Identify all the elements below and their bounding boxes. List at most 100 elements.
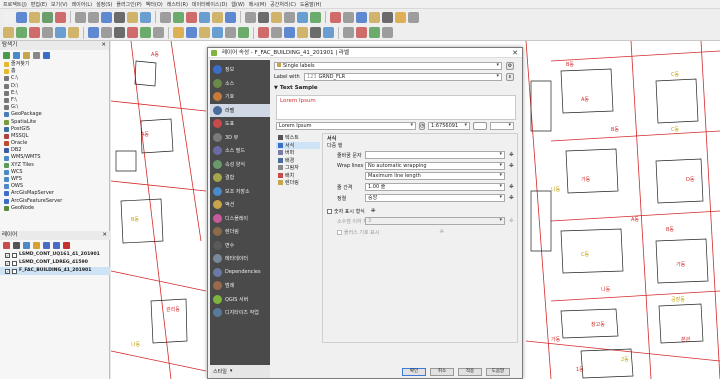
format-subtab[interactable]: 버퍼 [276,149,320,157]
label-mode-select[interactable]: Single labels [274,62,502,70]
sidebar-item[interactable]: 정보 [210,63,270,77]
filter-icon[interactable] [23,242,30,249]
sidebar-item[interactable]: QGIS 서버 [210,293,270,307]
filter-icon[interactable] [13,52,20,59]
toolbar-tool-icon[interactable] [173,11,184,23]
toolbar-tool-icon[interactable] [88,11,99,23]
toolbar-tool-icon[interactable] [68,27,79,38]
line-height-spinbox[interactable]: 1.00 줄 [365,183,505,191]
layer-visibility-checkbox[interactable]: ✓ [5,268,10,274]
refresh-icon[interactable] [3,52,10,59]
sidebar-item[interactable]: 변수 [210,239,270,253]
toolbar-tool-icon[interactable] [369,11,380,23]
collapse-arrow-icon[interactable]: ▼ [274,85,278,91]
expression-icon[interactable] [33,242,40,249]
layer-row[interactable]: ✓ LSMD_CONT_LDREG_41590 [0,259,110,267]
browser-item[interactable]: WCS [0,169,109,176]
toolbar-tool-icon[interactable] [212,11,223,23]
sidebar-item[interactable]: 3D 뷰 [210,131,270,145]
data-defined-override-icon[interactable]: ⎈ [509,183,514,191]
menu-item[interactable]: 공간처리(C) [270,1,296,8]
toolbar-tool-icon[interactable] [42,27,53,38]
sidebar-item[interactable]: 보조 저장소 [210,185,270,199]
toolbar-tool-icon[interactable] [186,27,197,38]
toolbar-tool-icon[interactable] [382,27,393,38]
menu-item[interactable]: 편집(E) [31,1,47,8]
browser-item[interactable]: Oracle [0,140,109,147]
browser-item[interactable]: F:\ [0,97,109,104]
browser-item[interactable]: OWS [0,183,109,190]
sidebar-item[interactable]: 액션 [210,198,270,212]
layer-visibility-checkbox[interactable]: ✓ [5,260,10,266]
collapse-icon[interactable] [53,242,60,249]
browser-item[interactable]: GeoPackage [0,111,109,118]
format-subtab[interactable]: 렌더링 [276,179,320,187]
toolbar-tool-icon[interactable] [343,27,354,38]
toolbar-tool-icon[interactable] [55,11,66,23]
data-defined-override-icon[interactable]: ⎈ [509,194,514,202]
sidebar-item[interactable]: 라벨 [210,103,270,117]
style-menu-button[interactable]: 스타일 ▾ [210,364,270,378]
menu-item[interactable]: 레이어(L) [72,1,93,8]
data-defined-override-icon[interactable]: ⎈ [371,207,376,215]
browser-item[interactable]: DB2 [0,147,109,154]
toolbar-tool-icon[interactable] [140,27,151,38]
toolbar-tool-icon[interactable] [245,11,256,23]
toolbar-tool-icon[interactable] [310,27,321,38]
format-subtab[interactable]: 텍스트 [276,134,320,142]
format-subtab[interactable]: 배경 [276,157,320,165]
layer-row[interactable]: ✓ LSMD_CONT_UQ161_41_201901 [0,251,110,259]
toolbar-tool-icon[interactable] [271,11,282,23]
sidebar-item[interactable]: 결합 [210,171,270,185]
data-defined-override-icon[interactable]: ⎈ [509,217,514,225]
help-button[interactable]: 도움말 [486,368,510,376]
apply-button[interactable]: 적용 [458,368,482,376]
alignment-select[interactable]: 중앙 [365,194,505,202]
toolbar-tool-icon[interactable] [225,27,236,38]
menu-item[interactable]: 프로젝트(J) [3,1,27,8]
toolbar-tool-icon[interactable] [153,27,164,38]
layers-close-icon[interactable]: ✕ [102,231,107,240]
browser-item[interactable]: G:\ [0,104,109,111]
toolbar-tool-icon[interactable] [297,11,308,23]
ok-button[interactable]: 확인 [402,368,426,376]
browser-item[interactable]: WFS [0,176,109,183]
toolbar-tool-icon[interactable] [310,11,321,23]
dialog-close-button[interactable]: ✕ [512,48,518,58]
max-line-length-select[interactable]: Maximum line length [365,172,505,180]
remove-layer-icon[interactable] [63,242,70,249]
toolbar-tool-icon[interactable] [29,11,40,23]
background-select[interactable] [490,122,514,130]
sidebar-item[interactable]: 렌더링 [210,225,270,239]
sidebar-item[interactable]: 속성 양식 [210,158,270,172]
sidebar-item[interactable]: 기호 [210,90,270,104]
toolbar-tool-icon[interactable] [212,27,223,38]
toolbar-tool-icon[interactable] [140,11,151,23]
menu-item[interactable]: 래스터(R) [167,1,188,8]
toolbar-tool-icon[interactable] [127,27,138,38]
expand-icon[interactable] [43,242,50,249]
toolbar-tool-icon[interactable] [42,11,53,23]
toolbar-tool-icon[interactable] [297,27,308,38]
toolbar-tool-icon[interactable] [160,11,171,23]
toolbar-tool-icon[interactable] [369,27,380,38]
data-defined-override-icon[interactable]: ⎈ [509,151,514,159]
wrap-lines-select[interactable]: No automatic wrapping [365,162,505,170]
menu-item[interactable]: 도움말(H) [300,1,321,8]
toolbar-tool-icon[interactable] [3,11,14,23]
toolbar-tool-icon[interactable] [114,11,125,23]
layer-visibility-checkbox[interactable]: ✓ [5,252,10,258]
eye-icon[interactable] [13,242,20,249]
background-color-button[interactable] [473,122,487,130]
toolbar-tool-icon[interactable] [29,27,40,38]
browser-item[interactable]: SpatiaLite [0,119,109,126]
browser-item[interactable]: WMS/WMTS [0,154,109,161]
browser-item[interactable]: GeoNode [0,205,109,212]
toolbar-tool-icon[interactable] [258,11,269,23]
cancel-button[interactable]: 취소 [430,368,454,376]
label-with-field-select[interactable]: 123 GRND_FLR [304,73,502,81]
toolbar-tool-icon[interactable] [3,27,14,38]
menu-item[interactable]: 설정(S) [96,1,112,8]
toolbar-tool-icon[interactable] [88,27,99,38]
toolbar-tool-icon[interactable] [258,27,269,38]
